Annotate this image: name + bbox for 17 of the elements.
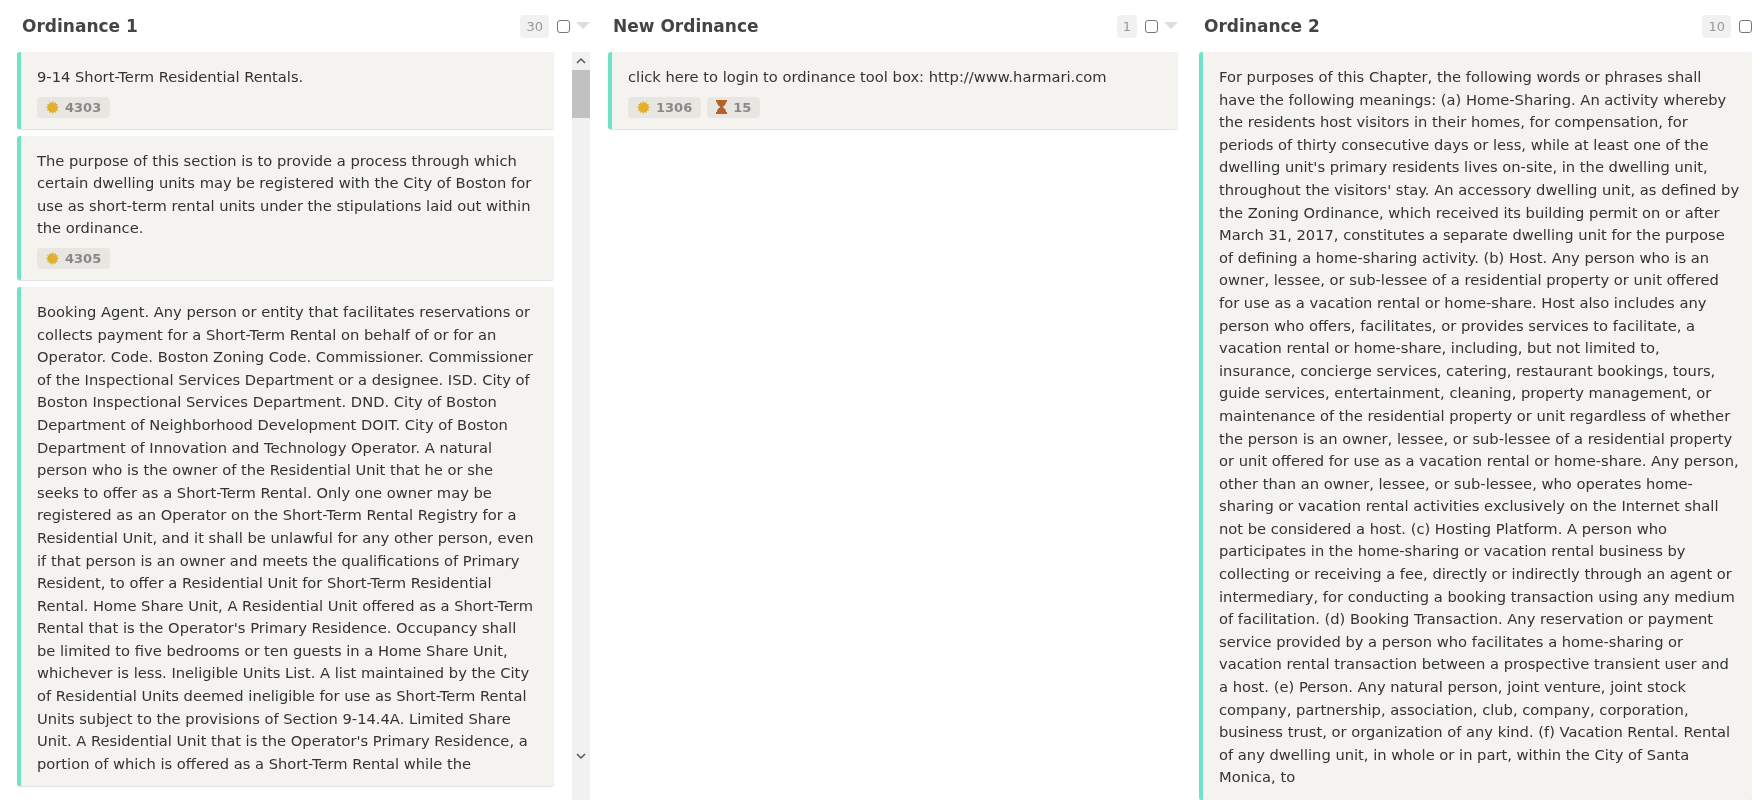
card-text: For purposes of this Chapter, the following words or phrases shall have the following meanings: (a) Home-Sharing. An activity whereby the residents host visitors in their homes, for compensation, for periods of thirty consecutive days or less, while at least one of the dwelling unit's primary residents lives on-site, in the dwelling unit, throughout the visitors' stay. An accessory dwelling unit, as defined by the Zoning Ordinance, which received its building permit on or after March 31, 2017, constitutes a separate dwelling unit for the purpose of defining a home-sharing activity. (b) Host. Any person who is an owner, lessee, or sub-lessee of a residential property or unit offered for use as a vacation rental or home-share. Host also includes any person who offers, facilitates, or provides services to facilitate, a vacation rental or home-share, including, but not limited to, insurance, concierge services, catering, restaurant bookings, tours, guide services, entertainment, cleaning, property management, or maintenance of the residential property or unit regardless of whether the person is an owner, lessee, or sub-lessee of a residential property or unit offered for use as a vacation rental or home-share. Any person, other than an owner, lessee, or sub-lessee, who operates home-sharing or vacation rental activities exclusively on the Internet shall not be considered a host. (c) Hosting Platform. A person who participates in the home-sharing or vacation rental business by collecting or receiving a fee, directly or indirectly through an agent or intermediary, for conducting a booking transaction using any medium of facilitation. (d) Booking Transaction. Any reservation or payment service provided by a person who facilitates a home-sharing or vacation rental transaction between a prospective transient user and a host. (e) Person. Any natural person, joint venture, joint stock company, partnership, association, club, company, corporation, business trust, or organization of any kind. (f) Vacation Rental. Rental of any dwelling unit, in whole or in part, within the City of Santa Monica, to xyxy=(1219,67,1740,788)
card-badge: 1306 xyxy=(628,96,702,118)
card-text: Booking Agent. Any person or entity that facilitates reservations or collects payment for a Short-Term Rental on behalf of or for an Operator. Code. Boston Zoning Code. Commissioner. Commissioner of the Inspectional Services Department or a designee. ISD. City of Boston Inspectional Services Department. DND. City of Boston Department of Neighborhood Development DOIT. City of Boston Department of Innovation and Technology Operator. A natural person who is the owner of the Residential Unit that he or she seeks to offer as a Short-Term Rental. Only one owner may be registered as an Operator on the Short-Term Rental Registry for a Residential Unit, and it shall be unlawful for any other person, even if that person is an owner and meets the qualifications of Primary Resident, to offer a Residential Unit for Short-Term Residential Rental. Home Share Unit, A Residential Unit offered as a Short-Term Rental that is the Operator's Primary Residence. Occupancy shall be limited to five bedrooms or ten guests in a Home Share Unit, whichever is less. Ineligible Units List. A list maintained by the City of Residential Units deemed ineligible for use as Short-Term Rental Units subject to the provisions of Section 9-14.4A. Limited Share Unit. A Residential Unit that is the Operator's Primary Residence, a portion of which is offered as a Short-Term Rental while the xyxy=(37,301,535,774)
card-text: click here to login to ordinance tool box: http://www.harmari.com xyxy=(628,67,1108,87)
ordinance-card[interactable]: click here to login to ordinance tool box: http://www.harmari.com 1306 15 xyxy=(608,52,1178,129)
card-badge: 4305 xyxy=(37,247,111,269)
column-title: Ordinance 1 xyxy=(22,16,139,36)
column-title: Ordinance 2 xyxy=(1204,16,1321,36)
card-badge: 4303 xyxy=(37,96,111,118)
card-text: The purpose of this section is to provide a process through which certain dwelling units may be registered with the City of Boston for use as short-term rental units under the stipulations laid out within the ordinance. xyxy=(37,150,533,239)
column-title: New Ordinance xyxy=(613,16,760,36)
card-badge: 15 xyxy=(707,96,761,118)
ordinance-card[interactable]: 9-14 Short-Term Residential Rentals. 4303 xyxy=(17,52,554,129)
card-text: 9-14 Short-Term Residential Rentals. xyxy=(37,67,305,87)
card-count: 10 xyxy=(1702,14,1731,38)
card-count: 1 xyxy=(1116,14,1137,38)
card-count: 30 xyxy=(520,14,549,38)
